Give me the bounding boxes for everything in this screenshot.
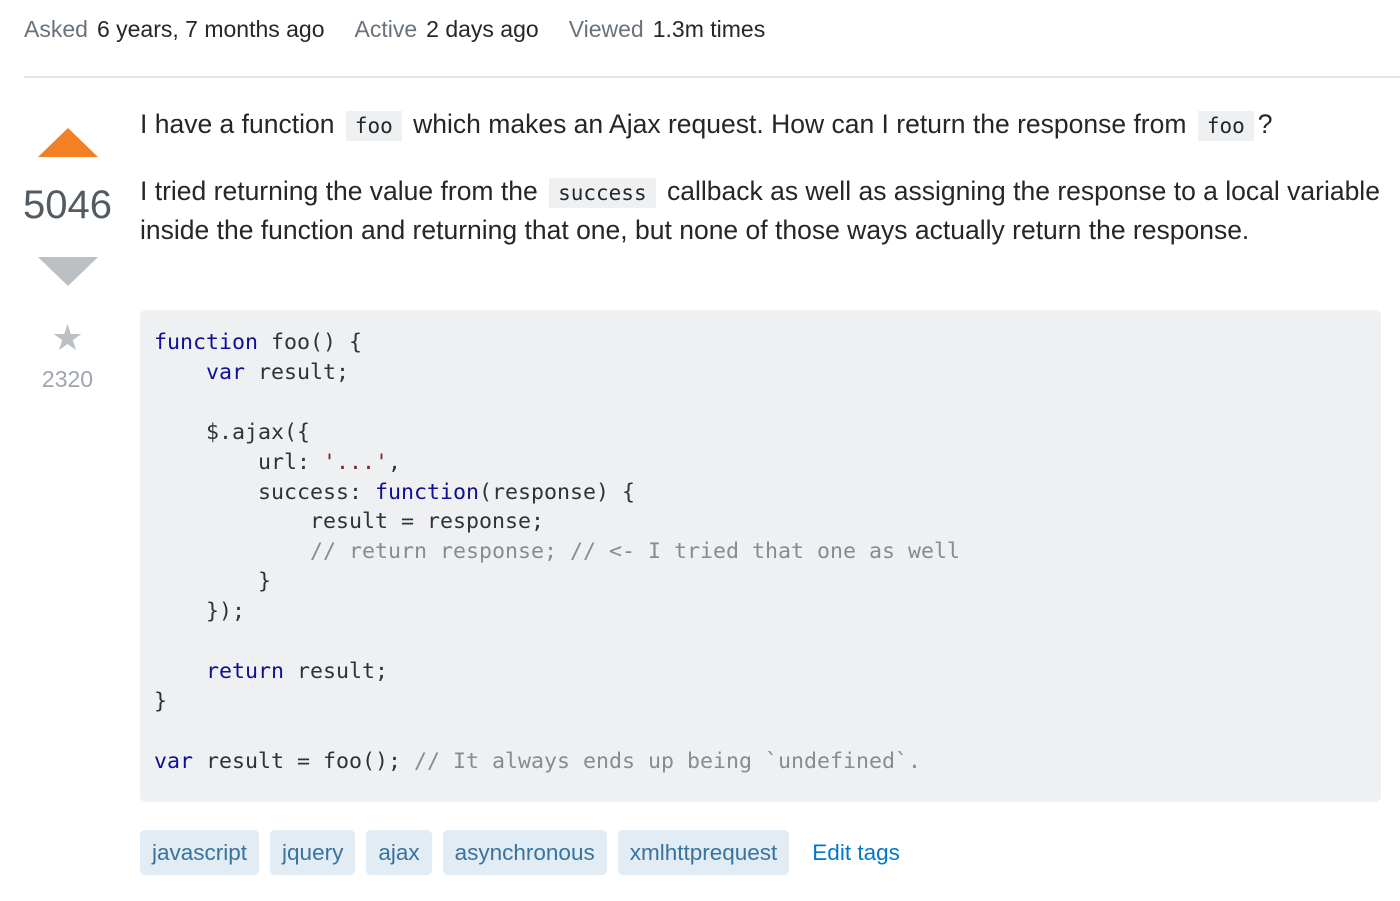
asked-value[interactable]: 6 years, 7 months ago [97, 16, 325, 43]
question-body: I have a function foo which makes an Aja… [140, 106, 1380, 249]
code-comment: // return response; // <- I tried that o… [310, 539, 961, 565]
code-keyword: function [154, 330, 259, 355]
edit-tags-link[interactable]: Edit tags [812, 840, 900, 866]
tag-ajax[interactable]: ajax [366, 830, 432, 875]
tag-jquery[interactable]: jquery [270, 830, 356, 875]
code-keyword: var [154, 748, 194, 774]
inline-code: success [549, 178, 656, 208]
tag-javascript[interactable]: javascript [140, 830, 260, 875]
divider [24, 76, 1400, 78]
asked-stat: Asked 6 years, 7 months ago [24, 16, 325, 43]
favorite-count: 2320 [41, 366, 94, 392]
asked-label: Asked [24, 16, 88, 42]
code-keyword: function [375, 479, 480, 505]
active-value[interactable]: 2 days ago [426, 16, 539, 43]
code-keyword: var [206, 359, 246, 385]
active-stat: Active 2 days ago [355, 16, 539, 43]
code-comment: // It always ends up being `undefined`. [414, 748, 922, 774]
downvote-arrow-icon[interactable] [37, 257, 98, 286]
text: I tried returning the value from the [140, 176, 538, 206]
question-paragraph-2: I tried returning the value from the suc… [140, 173, 1380, 249]
code-text: (response) { [479, 479, 636, 505]
code-text: } [154, 688, 168, 714]
vote-cell: 5046 ★ 2320 [20, 120, 115, 393]
favorite-star-icon[interactable]: ★ [51, 320, 83, 356]
code-text: result; [245, 359, 350, 385]
vote-score: 5046 [23, 183, 112, 227]
text: ? [1257, 109, 1273, 139]
viewed-stat: Viewed 1.3m times [569, 16, 766, 43]
text: I have a function [140, 109, 335, 139]
code-text: success: [154, 479, 376, 505]
viewed-label: Viewed [568, 16, 644, 42]
code-keyword: return [206, 658, 285, 684]
question-stats: Asked 6 years, 7 months ago Active 2 day… [24, 16, 765, 43]
question-paragraph-1: I have a function foo which makes an Aja… [140, 106, 1380, 145]
code-block: function foo() { var result; $.ajax({ ur… [140, 310, 1381, 802]
code-text: } [154, 569, 272, 595]
upvote-arrow-icon[interactable] [37, 128, 98, 157]
code-text: , [388, 449, 402, 475]
code-text: foo() { [258, 330, 363, 355]
code-text: }); [154, 599, 246, 625]
text: which makes an Ajax request. How can I r… [413, 109, 1187, 139]
viewed-value: 1.3m times [652, 16, 766, 42]
code-text: $.ajax({ [154, 419, 311, 445]
active-label: Active [354, 16, 418, 42]
code-text: result; [284, 658, 389, 684]
inline-code: foo [1197, 111, 1254, 141]
code-text: url: [154, 449, 324, 475]
tag-asynchronous[interactable]: asynchronous [442, 830, 607, 875]
inline-code: foo [345, 111, 402, 141]
tag-xmlhttprequest[interactable]: xmlhttprequest [617, 830, 790, 875]
code-text: result = foo(); [193, 748, 415, 774]
tag-list: javascript jquery ajax asynchronous xmlh… [140, 830, 900, 875]
code-text: result = response; [154, 509, 545, 535]
code-string: '...' [323, 449, 389, 475]
